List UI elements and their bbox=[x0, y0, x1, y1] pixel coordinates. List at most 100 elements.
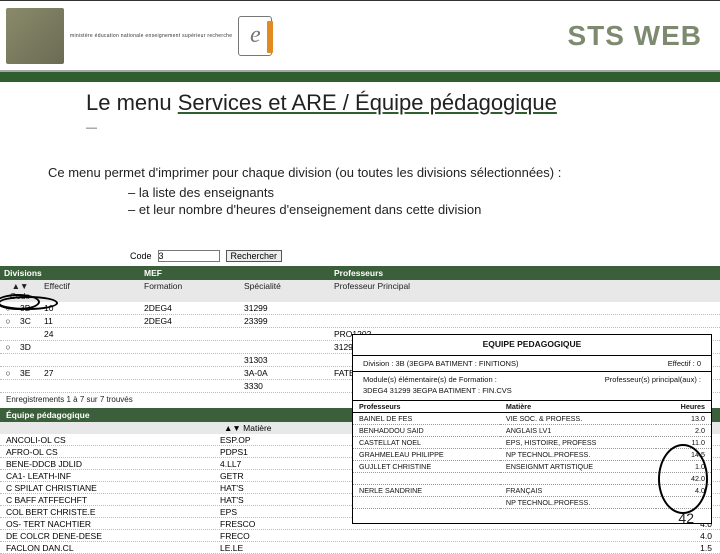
pdf-row: GRAHMELEAU PHILIPPENP TECHNOL.PROFESS.14… bbox=[353, 449, 711, 461]
team-h: 1.5 bbox=[340, 543, 720, 553]
pdf-row: CASTELLAT NOELEPS, HISTOIRE, PROFESS11.0 bbox=[353, 437, 711, 449]
pdf-effectif: Effectif : 0 bbox=[668, 359, 701, 368]
topbar-left: ministère éducation nationale enseigneme… bbox=[6, 1, 272, 70]
pdf-cell-mat: ENSEIGNMT ARTISTIQUE bbox=[500, 461, 656, 473]
pdf-cell-prof: GRAHMELEAU PHILIPPE bbox=[353, 449, 500, 461]
team-prof: COL BERT CHRISTE.E bbox=[0, 507, 220, 517]
cell-code: 3E bbox=[16, 368, 40, 378]
pdf-cell-mat: FRANÇAIS bbox=[500, 485, 656, 497]
green-divider bbox=[0, 72, 720, 82]
cell-spec: 31303 bbox=[240, 355, 330, 365]
cell-spec: 23399 bbox=[240, 316, 330, 326]
bullet-2: et leur nombre d'heures d'enseignement d… bbox=[128, 201, 672, 219]
search-button[interactable]: Rechercher bbox=[226, 250, 283, 262]
table-row[interactable]: ○3B102DEG431299 bbox=[0, 302, 720, 315]
pdf-cell-mat: NP TECHNOL.PROFESS. bbox=[500, 449, 656, 461]
team-prof: CA1- LEATH-INF bbox=[0, 471, 220, 481]
title-plain: Le menu bbox=[86, 90, 178, 115]
search-input[interactable] bbox=[158, 250, 220, 262]
team-mat: FRESCO bbox=[220, 519, 340, 529]
pdf-row: BENHADDOU SAIDANGLAIS LV12.0 bbox=[353, 425, 711, 437]
pdf-mod-label: Module(s) élémentaire(s) de Formation : bbox=[363, 375, 497, 384]
team-h: 4.0 bbox=[340, 531, 720, 541]
body-text: Ce menu permet d'imprimer pour chaque di… bbox=[0, 134, 720, 227]
row-radio[interactable]: ○ bbox=[0, 316, 16, 326]
team-prof: C SPILAT CHRISTIANE bbox=[0, 483, 220, 493]
page-number: 42 bbox=[678, 510, 694, 526]
team-prof: BENE-DDCB JDLID bbox=[0, 459, 220, 469]
pdf-cell-h bbox=[656, 497, 711, 509]
team-mat: GETR bbox=[220, 471, 340, 481]
pdf-cell-prof: BAINEL DE FES bbox=[353, 413, 500, 425]
slide-title: Le menu Services et ARE / Équipe pédagog… bbox=[0, 82, 720, 118]
pdf-cell-mat: ANGLAIS LV1 bbox=[500, 425, 656, 437]
team-mat: HAT'S bbox=[220, 495, 340, 505]
pdf-cell-prof bbox=[353, 497, 500, 509]
team-prof: C BAFF ATFFECHFT bbox=[0, 495, 220, 505]
pdf-cell-prof: GUJLLET CHRISTINE bbox=[353, 461, 500, 473]
team-hdr-matiere[interactable]: ▲▼ Matière bbox=[220, 422, 340, 434]
ministry-text: ministère éducation nationale enseigneme… bbox=[70, 33, 232, 39]
pdf-tbody: BAINEL DE FESVIE SOC. & PROFESS.13.0BENH… bbox=[353, 413, 711, 509]
team-mat: ESP.OP bbox=[220, 435, 340, 445]
pdf-cell-h: 11.0 bbox=[656, 437, 711, 449]
subtitle-dash: — bbox=[0, 122, 720, 134]
pdf-cell-prof bbox=[353, 473, 500, 485]
team-prof: FACLON DAN.CL bbox=[0, 543, 220, 553]
cell-spec: 3A-0A bbox=[240, 368, 330, 378]
sub-pp: Professeur Principal bbox=[330, 280, 720, 302]
sub-form: Formation bbox=[140, 280, 240, 302]
pdf-row: NERLE SANDRINEFRANÇAIS4.0 bbox=[353, 485, 711, 497]
sub-code[interactable]: ▲▼ Code bbox=[0, 280, 40, 302]
pdf-col-h: Heures bbox=[656, 401, 711, 413]
pdf-cell-h: 14.5 bbox=[656, 449, 711, 461]
pdf-cell-h: 42.0 bbox=[656, 473, 711, 485]
ministry-logo-icon: e bbox=[238, 16, 272, 56]
row-radio[interactable]: ○ bbox=[0, 342, 16, 352]
pdf-cell-mat bbox=[500, 473, 656, 485]
pdf-cell-h: 1.0 bbox=[656, 461, 711, 473]
pdf-cell-mat: VIE SOC. & PROFESS. bbox=[500, 413, 656, 425]
cell-eff: 10 bbox=[40, 303, 140, 313]
pdf-pp-label: Professeur(s) principal(aux) : bbox=[605, 375, 701, 384]
cell-eff: 11 bbox=[40, 316, 140, 326]
pdf-row: BAINEL DE FESVIE SOC. & PROFESS.13.0 bbox=[353, 413, 711, 425]
students-photo bbox=[6, 8, 64, 64]
cell-spec: 3330 bbox=[240, 381, 330, 391]
sub-spec: Spécialité bbox=[240, 280, 330, 302]
pdf-row: 42.0 bbox=[353, 473, 711, 485]
hdr-divisions: Divisions bbox=[0, 266, 140, 280]
pdf-col-mat: Matière bbox=[500, 401, 656, 413]
pdf-division-line: Division : 3B (3EGPA BATIMENT : FINITION… bbox=[353, 358, 711, 369]
team-mat: 4.LL7 bbox=[220, 459, 340, 469]
hdr-mef: MEF bbox=[140, 266, 330, 280]
brand-title: STS WEB bbox=[567, 20, 702, 52]
pdf-row: NP TECHNOL.PROFESS. bbox=[353, 497, 711, 509]
team-prof: OS- TERT NACHTIER bbox=[0, 519, 220, 529]
table-row[interactable]: ○3C112DEG423399 bbox=[0, 315, 720, 328]
search-bar: Code Rechercher bbox=[0, 248, 720, 262]
team-mat: PDPS1 bbox=[220, 447, 340, 457]
row-radio[interactable]: ○ bbox=[0, 303, 16, 313]
pdf-preview: EQUIPE PEDAGOGIQUE Division : 3B (3EGPA … bbox=[352, 334, 712, 524]
pdf-division: Division : 3B (3EGPA BATIMENT : FINITION… bbox=[363, 359, 518, 368]
intro-text: Ce menu permet d'imprimer pour chaque di… bbox=[48, 164, 672, 182]
pdf-cell-prof: CASTELLAT NOEL bbox=[353, 437, 500, 449]
pdf-mod-line: Module(s) élémentaire(s) de Formation : … bbox=[353, 374, 711, 385]
team-prof: ANCOLI-OL CS bbox=[0, 435, 220, 445]
topbar: ministère éducation nationale enseigneme… bbox=[0, 0, 720, 72]
cell-code: 3D bbox=[16, 342, 40, 352]
row-radio[interactable]: ○ bbox=[0, 368, 16, 378]
pdf-cell-mat: EPS, HISTOIRE, PROFESS bbox=[500, 437, 656, 449]
pdf-row: GUJLLET CHRISTINEENSEIGNMT ARTISTIQUE1.0 bbox=[353, 461, 711, 473]
team-mat: HAT'S bbox=[220, 483, 340, 493]
team-mat: EPS bbox=[220, 507, 340, 517]
team-prof: DE COLCR DENE-DESE bbox=[0, 531, 220, 541]
pdf-cell-h: 2.0 bbox=[656, 425, 711, 437]
cell-code: 3B bbox=[16, 303, 40, 313]
cell-spec: 31299 bbox=[240, 303, 330, 313]
cell-code: 3C bbox=[16, 316, 40, 326]
search-label: Code bbox=[130, 251, 152, 261]
team-mat: LE.LE bbox=[220, 543, 340, 553]
title-underlined: Services et ARE / Équipe pédagogique bbox=[178, 90, 557, 115]
